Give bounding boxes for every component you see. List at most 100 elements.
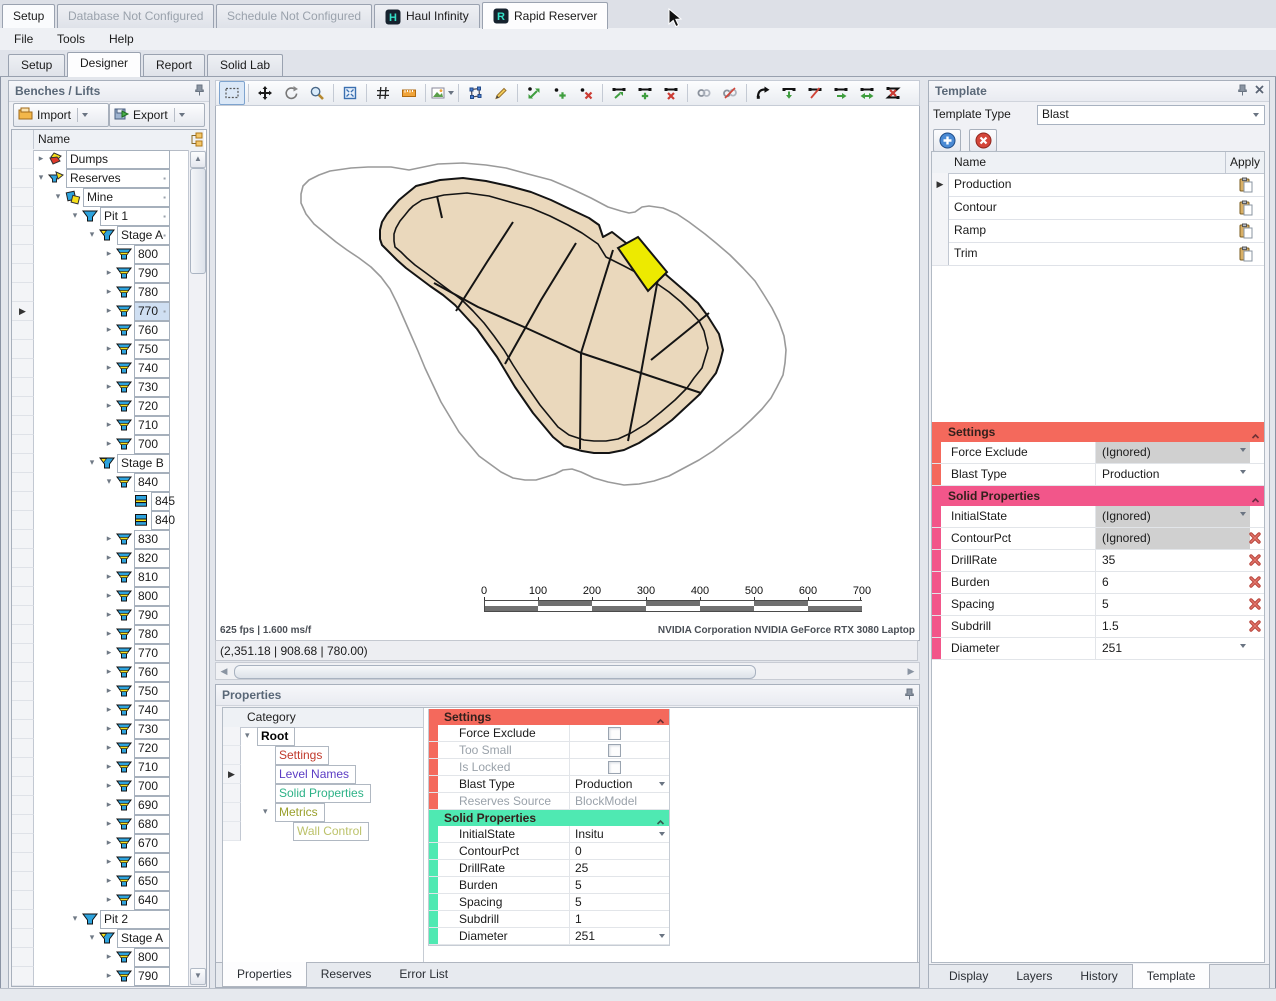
tree-item-reserves[interactable]: ▾ Reserves▪ <box>12 169 188 188</box>
vertex-add-button[interactable] <box>547 81 573 105</box>
tree-item-mine[interactable]: ▾Mine▪ <box>12 188 188 207</box>
tree-item-label[interactable]: 720 <box>134 397 170 416</box>
segment-insert-button[interactable] <box>776 81 802 105</box>
checkbox[interactable] <box>608 744 621 757</box>
expand-icon[interactable]: ▸ <box>104 856 114 867</box>
scroll-thumb[interactable] <box>234 665 756 679</box>
row-selector[interactable] <box>12 910 34 929</box>
tree-item-label[interactable]: 770▪ <box>134 302 170 321</box>
expand-icon[interactable]: ▸ <box>104 837 114 848</box>
template-row-trim[interactable]: Trim <box>932 242 1264 266</box>
row-selector[interactable] <box>932 242 949 265</box>
row-selector[interactable] <box>12 682 34 701</box>
tree-item-790[interactable]: ▸ 790 <box>12 967 188 986</box>
tree-item-label[interactable]: Mine▪ <box>83 188 170 207</box>
category-root[interactable]: ▾Root <box>223 727 423 746</box>
property-value[interactable] <box>569 759 669 775</box>
tree-item-label[interactable]: 760 <box>134 321 170 340</box>
collapse-icon[interactable]: ▾ <box>104 476 114 487</box>
expand-icon[interactable]: ▸ <box>104 970 114 981</box>
category-level-names[interactable]: ▶Level Names <box>223 765 423 784</box>
row-selector[interactable] <box>12 758 34 777</box>
apply-template-button[interactable] <box>1226 196 1264 219</box>
tree-item-830[interactable]: ▸830 <box>12 530 188 549</box>
tree-item-label[interactable]: 790 <box>134 606 170 625</box>
expand-icon[interactable]: ▸ <box>104 438 114 449</box>
expand-icon[interactable]: ▸ <box>36 153 46 164</box>
tree-item-label[interactable]: 710 <box>134 416 170 435</box>
tree-item-stage-b[interactable]: ▾Stage B <box>12 454 188 473</box>
tree-item-700[interactable]: ▸700 <box>12 435 188 454</box>
tree-item-label[interactable]: 790 <box>134 967 170 986</box>
tree-item-650[interactable]: ▸650 <box>12 872 188 891</box>
row-selector[interactable] <box>12 568 34 587</box>
tree-item-label[interactable]: 845 <box>151 492 170 511</box>
expand-icon[interactable]: ▸ <box>104 875 114 886</box>
expand-icon[interactable]: ▸ <box>104 704 114 715</box>
property-value[interactable]: Production <box>569 776 669 792</box>
tree-item-label[interactable]: 810 <box>134 568 170 587</box>
group-header-solid-properties[interactable]: Solid Properties <box>429 810 669 826</box>
expand-icon[interactable]: ▸ <box>104 780 114 791</box>
category-label[interactable]: Wall Control <box>293 822 369 841</box>
expand-icon[interactable]: ▸ <box>104 647 114 658</box>
delete-value-icon[interactable] <box>1248 575 1263 590</box>
row-selector[interactable] <box>223 746 241 765</box>
expand-icon[interactable]: ▸ <box>104 742 114 753</box>
tree-item-780[interactable]: ▸780 <box>12 283 188 302</box>
expand-icon[interactable]: ▸ <box>104 533 114 544</box>
main-tab-database-not-configured[interactable]: Database Not Configured <box>57 4 214 28</box>
chevron-down-icon[interactable] <box>448 91 454 95</box>
property-value[interactable]: 5 <box>1095 594 1250 615</box>
property-value[interactable]: (Ignored) <box>1095 506 1250 527</box>
row-selector[interactable] <box>12 264 34 283</box>
group-header-solid-properties[interactable]: Solid Properties <box>932 486 1264 506</box>
tree-item-670[interactable]: ▸670 <box>12 834 188 853</box>
close-icon[interactable] <box>1254 84 1265 97</box>
export-dropdown-caret[interactable] <box>179 113 185 117</box>
row-selector[interactable] <box>12 150 34 169</box>
module-tab-report[interactable]: Report <box>143 54 205 76</box>
template-name[interactable]: Production <box>949 173 1011 195</box>
row-selector[interactable] <box>12 587 34 606</box>
tree-item-760[interactable]: ▸760 <box>12 663 188 682</box>
scroll-thumb[interactable] <box>190 168 206 274</box>
tab-error-list[interactable]: Error List <box>385 963 462 986</box>
row-selector[interactable] <box>12 891 34 910</box>
apply-template-button[interactable] <box>1226 173 1264 196</box>
tree-item-label[interactable]: Stage A <box>117 929 170 948</box>
delete-value-icon[interactable] <box>1248 531 1263 546</box>
main-tab-schedule-not-configured[interactable]: Schedule Not Configured <box>216 4 372 28</box>
pin-icon[interactable] <box>194 84 205 97</box>
tree-item-label[interactable]: 740 <box>134 359 170 378</box>
template-row-ramp[interactable]: Ramp <box>932 219 1264 243</box>
tree-item-label[interactable]: Reserves▪ <box>66 169 170 188</box>
property-value[interactable]: 0 <box>569 843 669 859</box>
tree-item-label[interactable]: 750 <box>134 340 170 359</box>
collapse-icon[interactable]: ▾ <box>245 730 250 741</box>
tree-item-770[interactable]: ▸770 <box>12 644 188 663</box>
expand-icon[interactable]: ▸ <box>104 685 114 696</box>
main-tab-rapid-reserver[interactable]: RRapid Reserver <box>482 2 608 29</box>
vertex-move-button[interactable] <box>521 81 547 105</box>
row-selector[interactable] <box>12 853 34 872</box>
row-selector[interactable] <box>12 416 34 435</box>
tree-item-640[interactable]: ▸640 <box>12 891 188 910</box>
add-template-button[interactable] <box>933 129 961 152</box>
collapse-icon[interactable]: ▾ <box>87 932 97 943</box>
collapse-icon[interactable]: ▾ <box>36 172 46 183</box>
pan-button[interactable] <box>252 81 278 105</box>
row-selector[interactable] <box>12 815 34 834</box>
tree-item-label[interactable]: 690 <box>134 796 170 815</box>
category-label[interactable]: Settings <box>275 746 329 765</box>
tree-item-label[interactable]: Stage B <box>117 454 170 473</box>
segment-swap-button[interactable] <box>854 81 880 105</box>
group-header-settings[interactable]: Settings <box>932 422 1264 442</box>
row-selector[interactable] <box>12 948 34 967</box>
group-header-settings[interactable]: Settings <box>429 709 669 725</box>
expand-icon[interactable]: ▸ <box>104 951 114 962</box>
row-selector[interactable] <box>12 207 34 226</box>
row-selector[interactable] <box>12 929 34 948</box>
expand-icon[interactable]: ▸ <box>104 324 114 335</box>
row-selector[interactable] <box>12 454 34 473</box>
